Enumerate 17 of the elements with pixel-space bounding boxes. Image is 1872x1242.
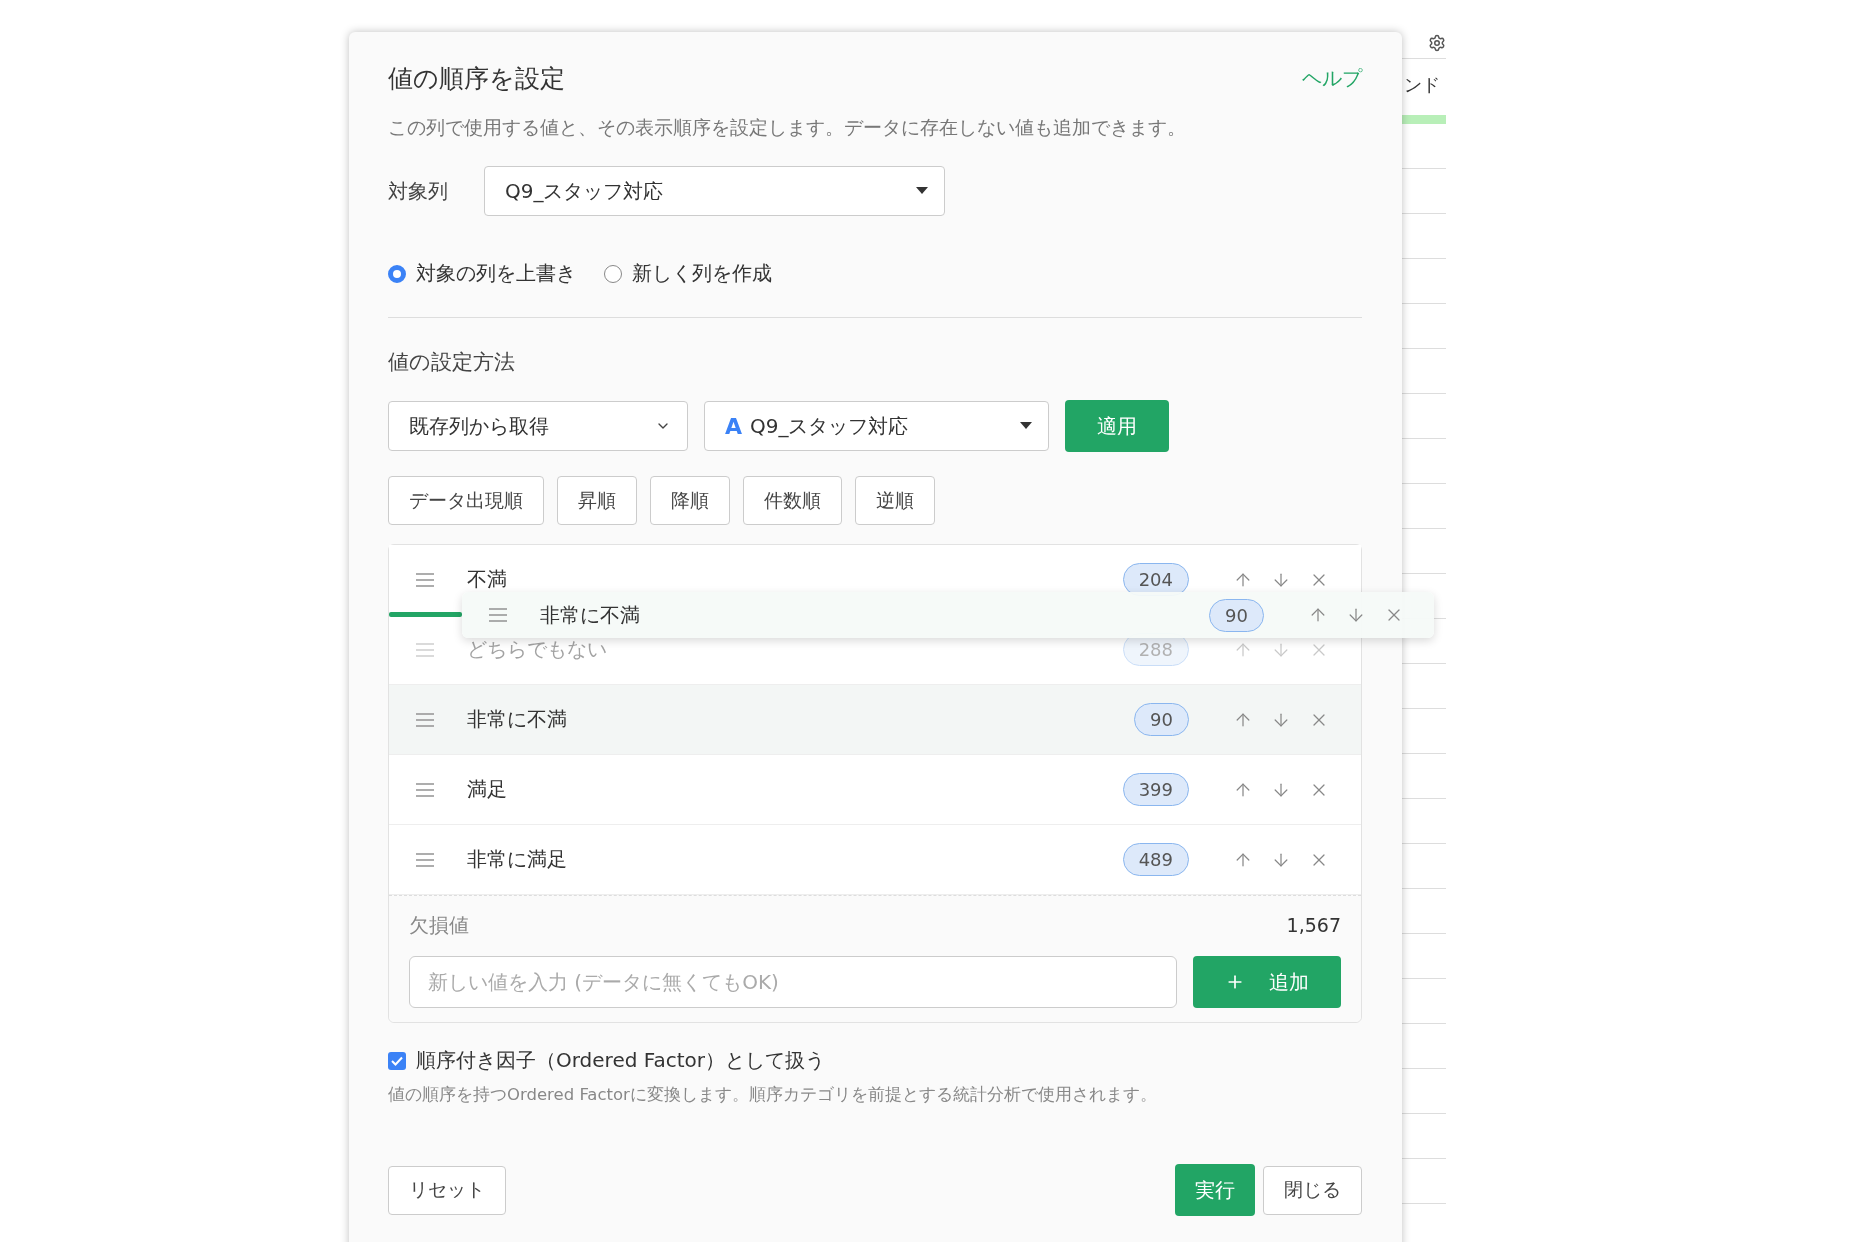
ordered-factor-note: 値の順序を持つOrdered Factorに変換します。順序カテゴリを前提とする統計分析で使用されます。 [388, 1084, 1158, 1106]
dialog-description: この列で使用する値と、その表示順序を設定します。データに存在しない値も追加できます。 [388, 116, 1187, 140]
count-badge: 90 [1134, 703, 1189, 736]
count-badge: 399 [1122, 773, 1189, 806]
value-label: 不満 [467, 566, 508, 593]
dialog-title: 値の順序を設定 [388, 63, 565, 95]
target-column-label: 対象列 [388, 177, 448, 205]
count-badge: 90 [1209, 598, 1264, 632]
value-label: 非常に満足 [467, 846, 568, 873]
missing-count: 1,567 [1286, 914, 1341, 936]
section-title: 値の設定方法 [388, 349, 516, 376]
value-label: 満足 [467, 776, 508, 803]
count-badge: 489 [1122, 843, 1189, 876]
value-label: 非常に不満 [467, 706, 568, 733]
missing-label: 欠損値 [409, 911, 469, 939]
value-label: どちらでもない [467, 636, 608, 663]
column-header-text: ンド [1404, 73, 1441, 97]
